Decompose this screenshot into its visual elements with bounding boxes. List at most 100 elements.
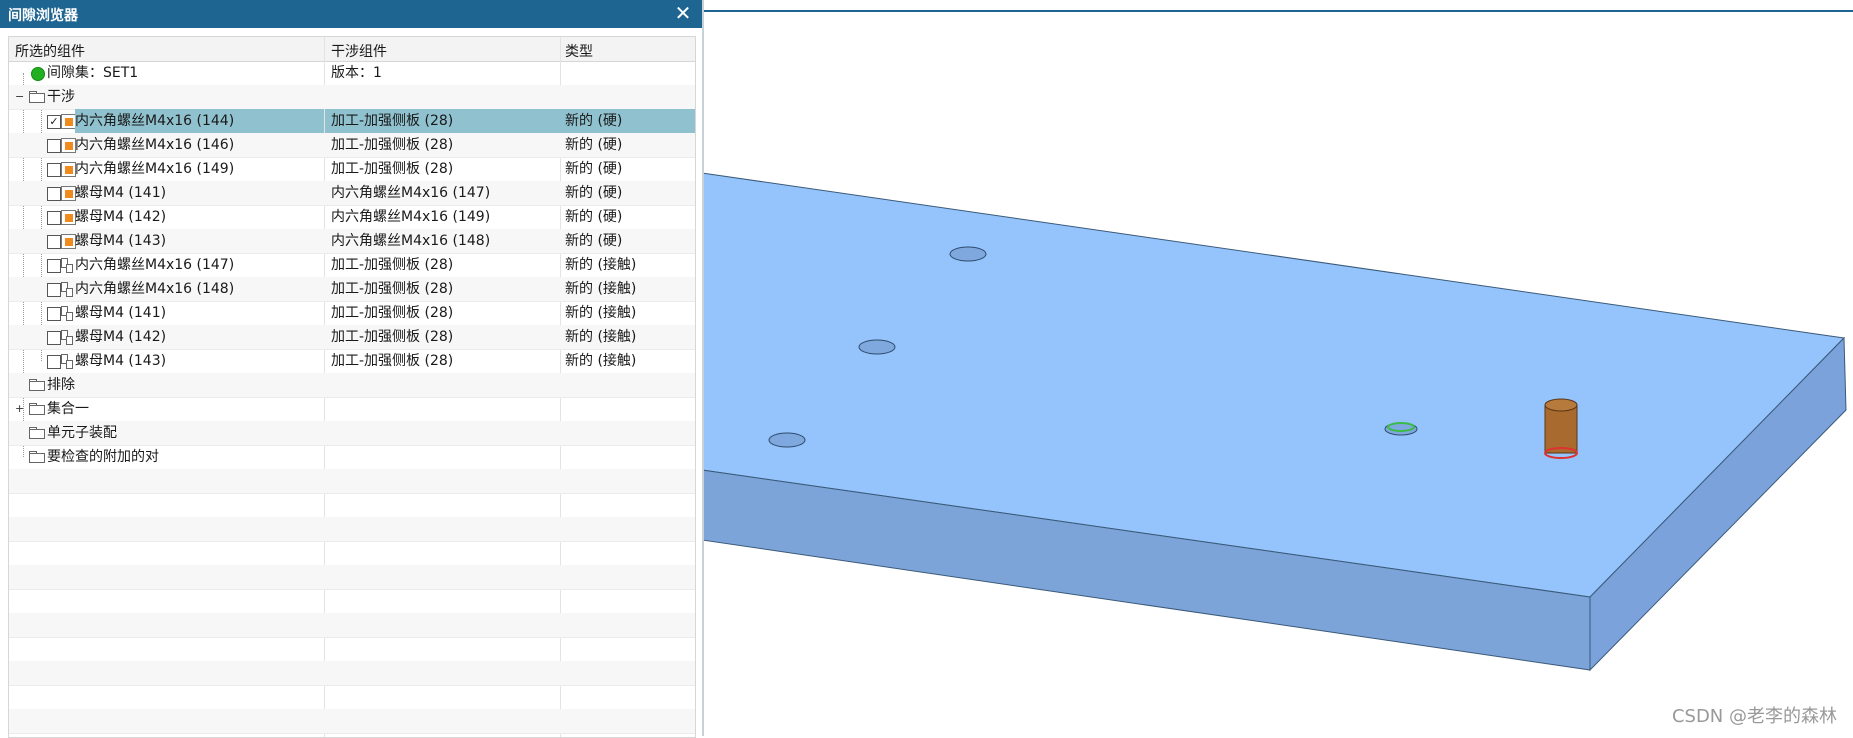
header-interfering[interactable]: 干涉组件 <box>331 41 387 61</box>
interfering-component: 加工-加强侧板 (28) <box>331 137 454 153</box>
interfering-component: 加工-加强侧板 (28) <box>331 305 454 321</box>
row-checkbox[interactable] <box>47 235 61 249</box>
folder-row[interactable]: 要检查的附加的对 <box>9 445 695 470</box>
expand-icon[interactable]: + <box>15 403 24 414</box>
folder-icon <box>29 91 45 103</box>
touch-interference-icon <box>61 330 73 345</box>
interference-row[interactable]: 螺母M4 (143) 内六角螺丝M4x16 (148) 新的 (硬) <box>9 229 695 254</box>
interference-row[interactable]: 螺母M4 (142) 内六角螺丝M4x16 (149) 新的 (硬) <box>9 205 695 230</box>
interference-row[interactable]: ✓ 内六角螺丝M4x16 (144) 加工-加强侧板 (28) 新的 (硬) <box>9 109 695 134</box>
folder-label: 干涉 <box>47 89 75 105</box>
hole[interactable] <box>949 246 987 262</box>
empty-row <box>9 613 695 638</box>
interference-row[interactable]: 内六角螺丝M4x16 (149) 加工-加强侧板 (28) 新的 (硬) <box>9 157 695 182</box>
interfering-component: 加工-加强侧板 (28) <box>331 353 454 369</box>
component-name: 螺母M4 (141) <box>75 185 167 201</box>
row-checkbox[interactable] <box>47 139 61 153</box>
interference-row[interactable]: 内六角螺丝M4x16 (146) 加工-加强侧板 (28) 新的 (硬) <box>9 133 695 158</box>
component-name: 螺母M4 (142) <box>75 329 167 345</box>
hole[interactable] <box>858 339 896 355</box>
empty-row <box>9 565 695 590</box>
component-name: 螺母M4 (141) <box>75 305 167 321</box>
interference-row[interactable]: 内六角螺丝M4x16 (147) 加工-加强侧板 (28) 新的 (接触) <box>9 253 695 278</box>
hard-interference-icon <box>61 210 76 225</box>
close-icon[interactable]: ✕ <box>672 2 694 24</box>
component-name: 内六角螺丝M4x16 (144) <box>75 109 324 133</box>
touch-interference-icon <box>61 354 73 369</box>
set-row[interactable]: 间隙集：SET1 版本：1 <box>9 61 695 86</box>
interference-type: 新的 (硬) <box>565 185 623 201</box>
hard-interference-icon <box>61 138 76 153</box>
interfering-component: 加工-加强侧板 (28) <box>325 109 567 133</box>
component-name: 螺母M4 (143) <box>75 233 167 249</box>
header-type[interactable]: 类型 <box>565 41 593 61</box>
interference-type: 新的 (硬) <box>565 209 623 225</box>
header-selected[interactable]: 所选的组件 <box>15 41 85 61</box>
row-checkbox[interactable] <box>47 187 61 201</box>
row-checkbox[interactable] <box>47 307 61 321</box>
interference-type: 新的 (硬) <box>565 137 623 153</box>
interference-row[interactable]: 螺母M4 (141) 内六角螺丝M4x16 (147) 新的 (硬) <box>9 181 695 206</box>
touch-interference-icon <box>61 282 73 297</box>
folder-row[interactable]: + 集合一 <box>9 397 695 422</box>
watermark: CSDN @老李的森林 <box>1671 706 1837 727</box>
collapse-icon[interactable]: − <box>15 91 24 102</box>
interfering-component: 加工-加强侧板 (28) <box>331 281 454 297</box>
empty-row <box>9 685 695 710</box>
title-bar: 间隙浏览器 ✕ <box>0 0 702 28</box>
component-name: 内六角螺丝M4x16 (149) <box>75 161 235 177</box>
interfering-component: 内六角螺丝M4x16 (148) <box>331 233 491 249</box>
interference-type: 新的 (硬) <box>561 109 695 133</box>
empty-row <box>9 637 695 662</box>
folder-label: 单元子装配 <box>47 425 117 441</box>
component-name: 内六角螺丝M4x16 (146) <box>75 137 235 153</box>
interfering-component: 加工-加强侧板 (28) <box>331 257 454 273</box>
clearance-browser-panel: 间隙浏览器 ✕ 所选的组件 干涉组件 类型 间隙集：SET1 版本：1 − 干涉 ✓ 内六… <box>0 0 704 738</box>
interference-row[interactable]: 螺母M4 (143) 加工-加强侧板 (28) 新的 (接触) <box>9 349 695 374</box>
clearance-tree-table: 所选的组件 干涉组件 类型 间隙集：SET1 版本：1 − 干涉 ✓ 内六角螺丝M4x16… <box>8 36 696 738</box>
folder-icon <box>29 451 45 463</box>
interference-type: 新的 (接触) <box>565 281 637 297</box>
row-checkbox[interactable] <box>47 259 61 273</box>
folder-label: 要检查的附加的对 <box>47 449 159 465</box>
row-checkbox[interactable] <box>47 211 61 225</box>
touch-interference-icon <box>61 258 73 273</box>
empty-row <box>9 709 695 734</box>
interference-type: 新的 (硬) <box>565 233 623 249</box>
interfering-component: 内六角螺丝M4x16 (147) <box>331 185 491 201</box>
empty-row <box>9 589 695 614</box>
touch-interference-icon <box>61 306 73 321</box>
bolt-model[interactable] <box>1544 398 1578 459</box>
component-name: 内六角螺丝M4x16 (147) <box>75 257 235 273</box>
hole[interactable] <box>768 432 806 448</box>
folder-label: 排除 <box>47 377 75 393</box>
row-checkbox[interactable] <box>47 163 61 177</box>
empty-row <box>9 541 695 566</box>
interference-row[interactable]: 螺母M4 (141) 加工-加强侧板 (28) 新的 (接触) <box>9 301 695 326</box>
folder-label: 集合一 <box>47 401 89 417</box>
folder-row[interactable]: 单元子装配 <box>9 421 695 446</box>
hard-interference-icon <box>61 186 76 201</box>
interference-type: 新的 (接触) <box>565 329 637 345</box>
row-checkbox[interactable] <box>47 331 61 345</box>
interference-type: 新的 (硬) <box>565 161 623 177</box>
hard-interference-icon <box>61 162 76 177</box>
folder-icon <box>29 403 45 415</box>
interference-type: 新的 (接触) <box>565 305 637 321</box>
empty-row <box>9 661 695 686</box>
row-checkbox[interactable]: ✓ <box>47 115 61 129</box>
interference-type: 新的 (接触) <box>565 257 637 273</box>
set-label: 间隙集：SET1 <box>47 65 139 81</box>
interference-type: 新的 (接触) <box>565 353 637 369</box>
component-name: 内六角螺丝M4x16 (148) <box>75 281 235 297</box>
row-checkbox[interactable] <box>47 283 61 297</box>
empty-row <box>9 517 695 542</box>
row-checkbox[interactable] <box>47 355 61 369</box>
interference-row[interactable]: 内六角螺丝M4x16 (148) 加工-加强侧板 (28) 新的 (接触) <box>9 277 695 302</box>
interference-row[interactable]: 螺母M4 (142) 加工-加强侧板 (28) 新的 (接触) <box>9 325 695 350</box>
folder-icon <box>29 427 45 439</box>
folder-interference[interactable]: − 干涉 <box>9 85 695 110</box>
hard-interference-icon <box>61 234 76 249</box>
folder-row[interactable]: 排除 <box>9 373 695 398</box>
status-dot-icon <box>31 67 45 81</box>
